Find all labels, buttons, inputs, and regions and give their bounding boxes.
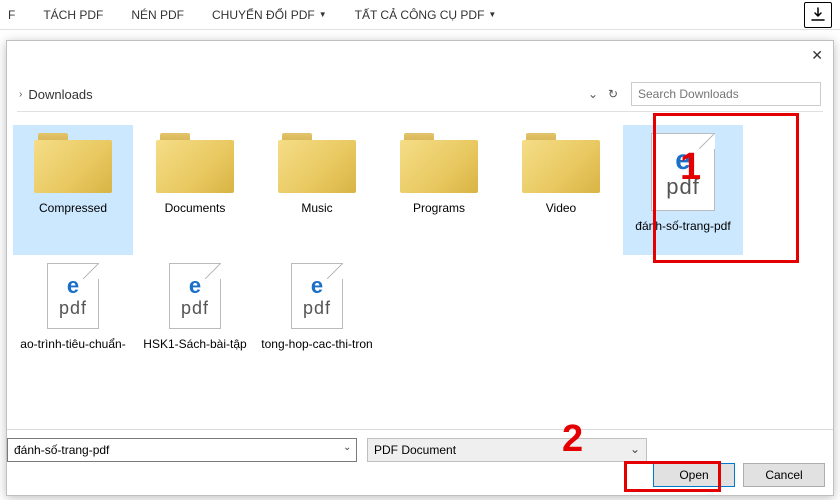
- file-label: đánh-số-trang-pdf: [623, 219, 743, 233]
- pdf-file-icon: epdf: [291, 263, 343, 329]
- folder-icon: [400, 133, 478, 193]
- menu-label: TẤT CẢ CÔNG CỤ PDF: [355, 8, 485, 22]
- menu-nen-pdf[interactable]: NÉN PDF: [131, 8, 184, 22]
- chevron-down-icon: ▼: [319, 10, 327, 19]
- close-button[interactable]: ✕: [811, 47, 823, 64]
- file-label: Compressed: [13, 201, 133, 215]
- menu-f[interactable]: F: [8, 8, 15, 22]
- pdf-file-icon: epdf: [47, 263, 99, 329]
- menu-chuyen-doi-pdf[interactable]: CHUYỂN ĐỔI PDF ▼: [212, 8, 327, 22]
- filetype-label: PDF Document: [374, 443, 456, 457]
- file-label: Video: [501, 201, 621, 215]
- file-open-dialog: ✕ › Downloads ⌄ ↻ Compressed Documents: [6, 40, 834, 496]
- dialog-nav-row: › Downloads ⌄ ↻: [7, 77, 833, 111]
- files-area: Compressed Documents Music Programs Vide…: [7, 125, 823, 425]
- menu-label: NÉN PDF: [131, 8, 184, 22]
- folder-video[interactable]: Video: [501, 125, 621, 255]
- filename-input[interactable]: [7, 438, 357, 462]
- file-tong-hop[interactable]: epdf tong-hop-cac-thi-tron: [257, 255, 377, 375]
- file-ao-trinh[interactable]: epdf ao-trình-tiêu-chuẩn-: [13, 255, 133, 375]
- chevron-down-icon[interactable]: ⌄: [343, 442, 351, 453]
- file-label: tong-hop-cac-thi-tron: [257, 337, 377, 351]
- chevron-down-icon: ▼: [488, 10, 496, 19]
- search-input[interactable]: [631, 82, 821, 106]
- folder-music[interactable]: Music: [257, 125, 377, 255]
- menu-tat-ca-cong-cu-pdf[interactable]: TẤT CẢ CÔNG CỤ PDF▼: [355, 8, 497, 22]
- file-label: Documents: [135, 201, 255, 215]
- dropdown-history-icon[interactable]: ⌄: [585, 86, 601, 102]
- pdf-file-icon: epdf: [651, 133, 715, 211]
- file-label: ao-trình-tiêu-chuẩn-: [13, 337, 133, 351]
- file-label: HSK1-Sách-bài-tập: [135, 337, 255, 351]
- file-danh-so-trang-pdf[interactable]: epdf đánh-số-trang-pdf: [623, 125, 743, 255]
- open-button[interactable]: Open: [653, 463, 735, 487]
- file-label: Programs: [379, 201, 499, 215]
- folder-icon: [156, 133, 234, 193]
- download-icon: [810, 7, 826, 23]
- divider: [17, 111, 823, 112]
- folder-icon: [34, 133, 112, 193]
- file-label: Music: [257, 201, 377, 215]
- folder-compressed[interactable]: Compressed: [13, 125, 133, 255]
- folder-programs[interactable]: Programs: [379, 125, 499, 255]
- chevron-right-icon: ›: [19, 89, 22, 100]
- folder-icon: [522, 133, 600, 193]
- filetype-select[interactable]: PDF Document: [367, 438, 647, 462]
- breadcrumb-label: Downloads: [28, 87, 92, 102]
- folder-icon: [278, 133, 356, 193]
- download-button[interactable]: [804, 2, 832, 28]
- folder-documents[interactable]: Documents: [135, 125, 255, 255]
- refresh-icon[interactable]: ↻: [605, 86, 621, 102]
- breadcrumb[interactable]: › Downloads: [19, 87, 93, 102]
- cancel-button[interactable]: Cancel: [743, 463, 825, 487]
- pdf-file-icon: epdf: [169, 263, 221, 329]
- menu-label: TÁCH PDF: [43, 8, 103, 22]
- menu-label: CHUYỂN ĐỔI PDF: [212, 8, 315, 22]
- dialog-bottom-bar: ⌄ PDF Document Open Cancel: [7, 429, 833, 495]
- file-hsk1[interactable]: epdf HSK1-Sách-bài-tập: [135, 255, 255, 375]
- menu-tach-pdf[interactable]: TÁCH PDF: [43, 8, 103, 22]
- web-toolbar: F TÁCH PDF NÉN PDF CHUYỂN ĐỔI PDF ▼ TẤT C…: [0, 0, 840, 30]
